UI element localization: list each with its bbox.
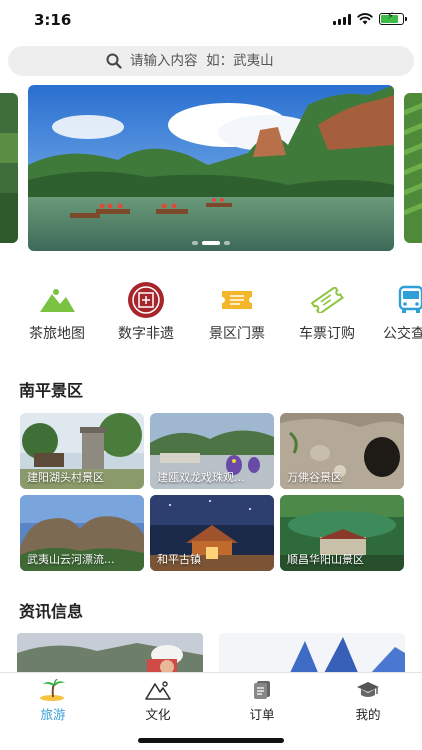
bus-icon: [398, 285, 422, 313]
nav-digital-heritage-label: 数字非遗: [118, 326, 174, 342]
palm-tree-icon: [40, 679, 65, 701]
search-input[interactable]: [130, 53, 316, 69]
status-time: 3:16: [34, 11, 72, 29]
nav-digital-heritage[interactable]: 数字非遗: [101, 282, 191, 343]
signal-icon: [333, 13, 351, 25]
tab-travel[interactable]: 旅游: [13, 679, 93, 723]
news-image: [17, 633, 203, 675]
ticket-icon: [222, 291, 252, 309]
scenic-card[interactable]: 和平古镇: [150, 495, 274, 571]
home-indicator: [138, 738, 284, 743]
scenic-caption: 武夷山云河漂流...: [27, 553, 115, 566]
quick-nav: 茶旅地图 数字非遗 景区门票 车票订购 公交查: [0, 282, 422, 345]
news-image: [219, 633, 405, 675]
tab-orders-label: 订单: [249, 707, 275, 722]
search-bar[interactable]: [8, 46, 414, 76]
battery-icon: ⚡: [379, 11, 407, 25]
tea-map-icon: [40, 289, 75, 312]
status-bar: 3:16 ⚡: [0, 0, 422, 40]
heritage-seal-icon: [128, 282, 164, 318]
banner-carousel[interactable]: [0, 85, 422, 253]
nav-bus-query[interactable]: 公交查: [370, 283, 422, 343]
tab-culture[interactable]: 文化: [118, 679, 198, 723]
search-icon: [106, 53, 122, 69]
nav-bus-query-label: 公交查: [383, 326, 422, 342]
nav-bus-tickets-label: 车票订购: [299, 326, 355, 342]
scenic-caption: 建瓯双龙戏珠观...: [157, 471, 245, 484]
banner-next-slide[interactable]: [404, 93, 422, 243]
scenic-card[interactable]: 武夷山云河漂流...: [20, 495, 144, 571]
scenic-caption: 万佛谷景区: [287, 471, 342, 484]
tab-culture-label: 文化: [145, 707, 171, 722]
scenic-card[interactable]: 顺昌华阳山景区: [280, 495, 404, 571]
tab-travel-label: 旅游: [40, 707, 66, 722]
nav-scenic-tickets[interactable]: 景区门票: [192, 283, 282, 343]
banner-prev-slide[interactable]: [0, 93, 18, 243]
banner-image: [28, 85, 394, 251]
news-card[interactable]: [219, 633, 405, 675]
order-icon: [254, 681, 270, 699]
news-section-title: 资讯信息: [19, 602, 84, 621]
scenic-card[interactable]: 万佛谷景区: [280, 413, 404, 489]
scenic-card[interactable]: 建瓯双龙戏珠观...: [150, 413, 274, 489]
banner-dot-active: [202, 241, 220, 245]
banner-pagination: [192, 241, 230, 245]
tab-orders[interactable]: 订单: [222, 679, 302, 723]
scenic-section-title: 南平景区: [19, 381, 84, 400]
banner-dot: [192, 241, 198, 245]
news-card[interactable]: [17, 633, 203, 675]
scenic-caption: 和平古镇: [157, 553, 201, 566]
mountain-icon: [145, 681, 171, 700]
banner-slide-wuyi-river[interactable]: [28, 85, 394, 251]
nav-tea-map-label: 茶旅地图: [29, 326, 85, 342]
tab-mine[interactable]: 我的: [328, 679, 408, 723]
graduation-cap-icon: [357, 682, 379, 697]
status-icons: ⚡: [333, 11, 407, 25]
scenic-card[interactable]: 建阳湖头村景区: [20, 413, 144, 489]
bus-ticket-icon: [310, 287, 344, 313]
wifi-icon: [357, 13, 373, 25]
scenic-caption: 顺昌华阳山景区: [287, 553, 364, 566]
tab-mine-label: 我的: [355, 707, 381, 722]
nav-tea-map[interactable]: 茶旅地图: [12, 283, 102, 343]
banner-dot: [224, 241, 230, 245]
scenic-caption: 建阳湖头村景区: [27, 471, 104, 484]
nav-scenic-tickets-label: 景区门票: [209, 326, 265, 342]
nav-bus-tickets[interactable]: 车票订购: [282, 283, 372, 343]
